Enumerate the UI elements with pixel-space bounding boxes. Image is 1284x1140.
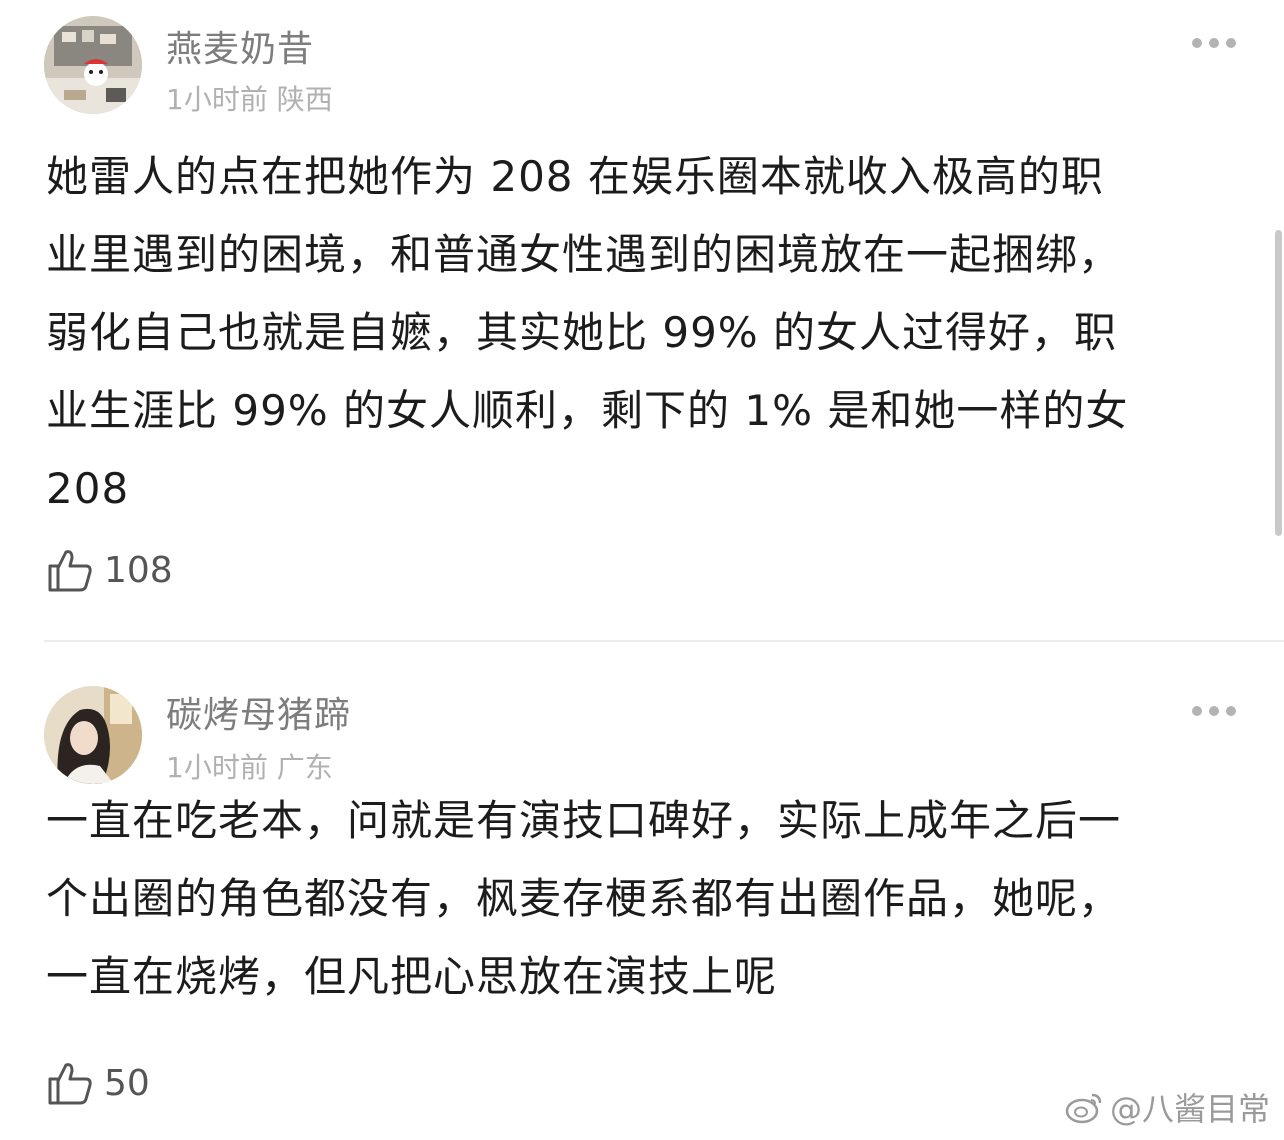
timestamp: 1小时前 <box>166 751 268 784</box>
like-button[interactable]: 108 <box>46 546 173 594</box>
weibo-icon <box>1065 1093 1102 1124</box>
thumbs-up-icon <box>48 550 92 592</box>
username[interactable]: 碳烤母猪蹄 <box>166 686 351 738</box>
like-button[interactable]: 50 <box>46 1059 150 1107</box>
location: 广东 <box>276 751 333 784</box>
comment-text: 她雷人的点在把她作为 208 在娱乐圈本就收入极高的职 业里遇到的困境，和普通女… <box>46 152 1129 513</box>
more-options-icon[interactable] <box>1192 36 1236 50</box>
avatar[interactable] <box>44 16 142 114</box>
like-count: 108 <box>104 549 173 591</box>
avatar[interactable] <box>44 686 142 784</box>
comment-item: 碳烤母猪蹄 1小时前 广东 一直在吃老本，问就是有演技口碑好，实际上成年之后一 … <box>0 672 1284 1140</box>
timestamp: 1小时前 <box>166 83 268 116</box>
more-options-icon[interactable] <box>1192 704 1236 718</box>
username[interactable]: 燕麦奶昔 <box>166 20 314 72</box>
divider <box>44 640 1284 642</box>
watermark-text: @八酱目常 <box>1109 1090 1270 1128</box>
scrollbar[interactable] <box>1275 230 1282 536</box>
watermark: @八酱目常 <box>1064 1084 1270 1130</box>
thumbs-up-icon <box>48 1063 92 1105</box>
avatar-image-icon <box>44 686 142 784</box>
comment-text: 一直在吃老本，问就是有演技口碑好，实际上成年之后一 个出圈的角色都没有，枫麦存梗… <box>46 796 1122 1001</box>
location: 陕西 <box>276 83 333 116</box>
avatar-image-icon <box>44 16 142 114</box>
like-count: 50 <box>104 1062 150 1104</box>
comment-meta: 1小时前 陕西 <box>166 78 333 118</box>
comment-meta: 1小时前 广东 <box>166 746 333 786</box>
comment-item: 燕麦奶昔 1小时前 陕西 她雷人的点在把她作为 208 在娱乐圈本就收入极高的职… <box>0 0 1284 640</box>
